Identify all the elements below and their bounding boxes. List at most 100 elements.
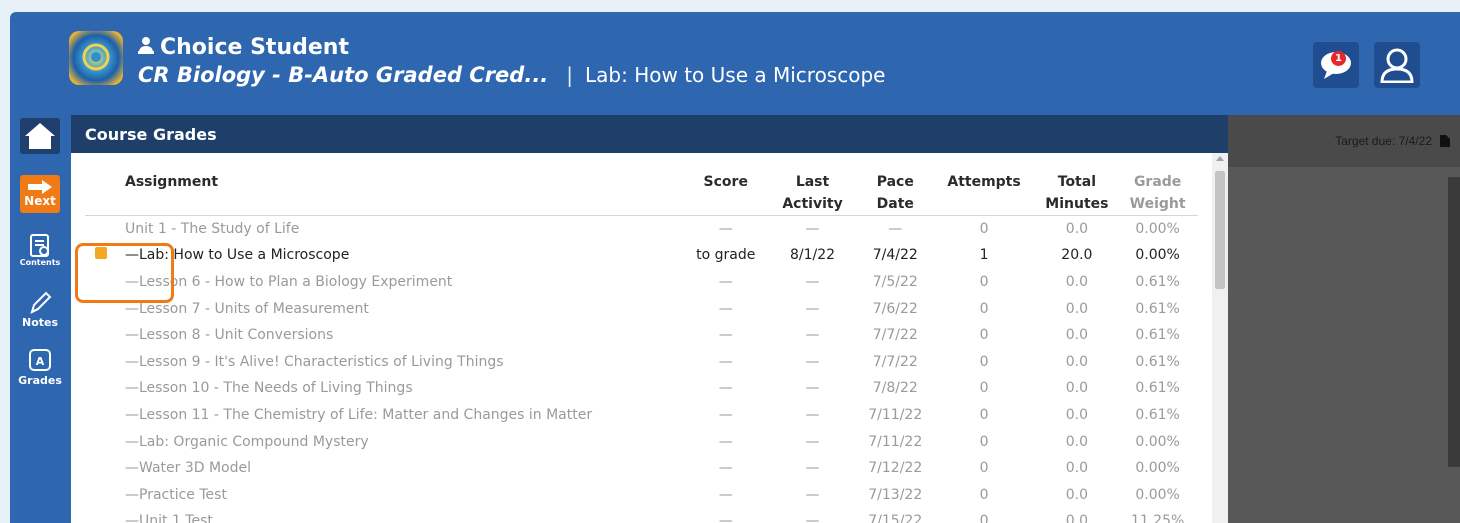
- table-row[interactable]: —Water 3D Model — — 7/12/22 0 0.0 0.00%: [85, 455, 1198, 482]
- cell-weight: 0.00%: [1135, 460, 1180, 477]
- cell-score: —: [718, 221, 733, 238]
- cell-assignment: —Unit 1 Test: [125, 513, 213, 523]
- user-icon: [138, 35, 154, 60]
- document-icon[interactable]: [1440, 135, 1450, 147]
- table-row[interactable]: —Lab: Organic Compound Mystery — — 7/11/…: [85, 428, 1198, 455]
- table-row[interactable]: —Lesson 9 - It's Alive! Characteristics …: [85, 348, 1198, 375]
- cell-last-activity: —: [805, 513, 820, 523]
- table-row-current[interactable]: —Lab: How to Use a Microscope to grade 8…: [85, 242, 1198, 269]
- cell-pace-date: 7/13/22: [868, 486, 923, 503]
- cell-assignment: —Practice Test: [125, 486, 227, 503]
- cell-assignment: —Lesson 6 - How to Plan a Biology Experi…: [125, 273, 453, 290]
- course-breadcrumb: CR Biology - B-Auto Graded Cred... | Lab…: [138, 63, 885, 87]
- contents-button[interactable]: Contents: [20, 230, 60, 270]
- home-icon: [20, 118, 60, 154]
- cell-assignment: —Lesson 10 - The Needs of Living Things: [125, 380, 413, 397]
- cell-score: —: [718, 353, 733, 370]
- table-row[interactable]: Unit 1 - The Study of Life — — — 0 0.0 0…: [85, 216, 1198, 243]
- notes-button[interactable]: Notes: [20, 288, 60, 330]
- cell-score: —: [718, 513, 733, 523]
- side-panel-scrollbar[interactable]: [1448, 177, 1460, 467]
- cell-score: to grade: [696, 247, 756, 264]
- cell-attempts: 0: [979, 221, 989, 238]
- cell-last-activity: —: [805, 327, 820, 344]
- cell-weight: 0.00%: [1135, 433, 1180, 450]
- cell-pace-date: 7/8/22: [872, 380, 918, 397]
- col-last-activity[interactable]: Last Activity: [766, 153, 859, 216]
- table-row[interactable]: —Practice Test — — 7/13/22 0 0.0 0.00%: [85, 481, 1198, 508]
- cell-pace-date: —: [888, 221, 903, 238]
- cell-score: —: [718, 273, 733, 290]
- cell-minutes: 0.0: [1065, 406, 1088, 423]
- cell-minutes: 0.0: [1065, 433, 1088, 450]
- table-row[interactable]: —Lesson 8 - Unit Conversions — — 7/7/22 …: [85, 322, 1198, 349]
- cell-last-activity: —: [805, 353, 820, 370]
- profile-icon: [1380, 48, 1414, 83]
- col-pace-date[interactable]: Pace Date: [858, 153, 932, 216]
- cell-minutes: 0.0: [1065, 300, 1088, 317]
- home-button[interactable]: [20, 118, 60, 154]
- cell-weight: 0.00%: [1135, 247, 1180, 264]
- cell-pace-date: 7/11/22: [868, 433, 923, 450]
- focus-highlight-box: [75, 243, 174, 303]
- cell-weight: 0.61%: [1135, 327, 1180, 344]
- cell-assignment: —Lesson 11 - The Chemistry of Life: Matt…: [125, 406, 593, 423]
- col-attempts[interactable]: Attempts: [931, 153, 1037, 216]
- cell-weight: 0.61%: [1135, 406, 1180, 423]
- cell-attempts: 0: [979, 433, 989, 450]
- cell-score: —: [718, 433, 733, 450]
- cell-last-activity: —: [805, 460, 820, 477]
- table-row[interactable]: —Lesson 11 - The Chemistry of Life: Matt…: [85, 402, 1198, 429]
- course-grades-panel: Course Grades Assignment Score Last Acti…: [71, 115, 1228, 523]
- course-name[interactable]: CR Biology - B-Auto Graded Cred...: [138, 63, 548, 87]
- cell-minutes: 0.0: [1065, 353, 1088, 370]
- breadcrumb-separator: |: [566, 63, 574, 87]
- table-header-row: Assignment Score Last Activity Pace Date A…: [85, 153, 1198, 216]
- cell-assignment: Unit 1 - The Study of Life: [125, 221, 300, 238]
- cell-attempts: 1: [979, 247, 989, 264]
- grades-button[interactable]: A Grades: [18, 346, 62, 388]
- cell-score: —: [718, 486, 733, 503]
- next-label: Next: [24, 194, 56, 208]
- cell-minutes: 0.0: [1065, 460, 1088, 477]
- cell-weight: 0.61%: [1135, 353, 1180, 370]
- table-scrollbar[interactable]: [1212, 153, 1228, 523]
- cell-weight: 0.00%: [1135, 486, 1180, 503]
- table-row[interactable]: —Lesson 10 - The Needs of Living Things …: [85, 375, 1198, 402]
- cell-attempts: 0: [979, 406, 989, 423]
- cell-attempts: 0: [979, 273, 989, 290]
- cell-pace-date: 7/15/22: [868, 513, 923, 523]
- col-grade-weight[interactable]: Grade Weight: [1117, 153, 1198, 216]
- cell-last-activity: —: [805, 406, 820, 423]
- cell-minutes: 0.0: [1065, 273, 1088, 290]
- target-due-text: Target due: 7/4/22: [1335, 134, 1432, 148]
- cell-pace-date: 7/4/22: [872, 247, 918, 264]
- cell-pace-date: 7/6/22: [872, 300, 918, 317]
- contents-icon: [30, 233, 49, 257]
- cell-assignment: —Water 3D Model: [125, 460, 252, 477]
- cell-weight: 0.61%: [1135, 273, 1180, 290]
- next-button[interactable]: Next: [20, 175, 60, 213]
- cell-weight: 0.00%: [1135, 221, 1180, 238]
- col-total-minutes[interactable]: Total Minutes: [1036, 153, 1118, 216]
- panel-title: Course Grades: [71, 115, 1228, 153]
- grades-table-container: Assignment Score Last Activity Pace Date A…: [71, 153, 1212, 523]
- cell-attempts: 0: [979, 460, 989, 477]
- cell-assignment: —Lab: How to Use a Microscope: [85, 242, 685, 269]
- table-row[interactable]: —Unit 1 Test — — 7/15/22 0 0.0 11.25%: [85, 508, 1198, 523]
- notes-label: Notes: [21, 315, 59, 329]
- cell-minutes: 0.0: [1065, 327, 1088, 344]
- table-row[interactable]: —Lesson 7 - Units of Measurement — — 7/6…: [85, 295, 1198, 322]
- cell-attempts: 0: [979, 486, 989, 503]
- scroll-up-arrow-icon[interactable]: [1216, 156, 1224, 161]
- scrollbar-thumb[interactable]: [1215, 171, 1225, 289]
- col-assignment[interactable]: Assignment: [85, 153, 686, 216]
- messages-button[interactable]: 1: [1313, 42, 1359, 88]
- table-row[interactable]: —Lesson 6 - How to Plan a Biology Experi…: [85, 269, 1198, 296]
- col-score[interactable]: Score: [685, 153, 767, 216]
- arrow-right-icon: [28, 180, 52, 194]
- cell-last-activity: —: [805, 433, 820, 450]
- profile-button[interactable]: [1374, 42, 1420, 88]
- cell-weight: 0.61%: [1135, 300, 1180, 317]
- cell-weight: 0.61%: [1135, 380, 1180, 397]
